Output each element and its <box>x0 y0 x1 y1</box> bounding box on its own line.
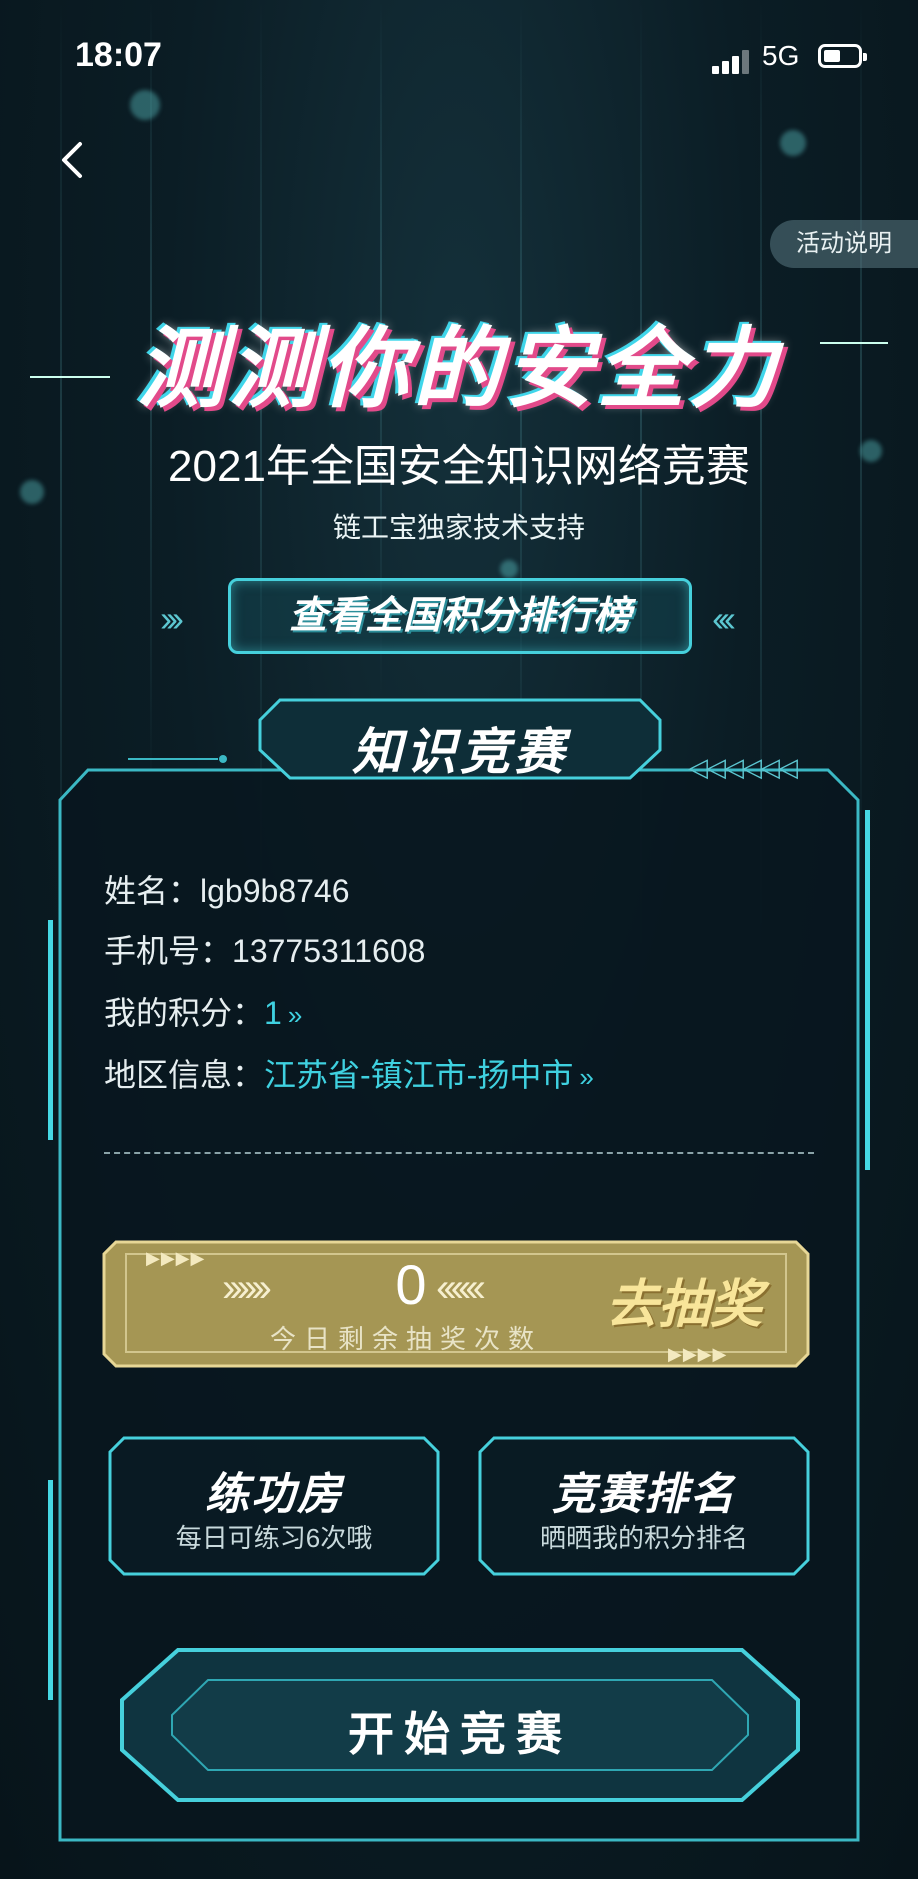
chevrons-left-icon: ‹‹‹ <box>712 598 736 639</box>
lottery-go-label: 去抽奖 <box>605 1276 762 1334</box>
leaderboard-button[interactable]: 查看全国积分排行榜 <box>228 578 692 654</box>
practice-room-subtitle: 每日可练习6次哦 <box>175 1523 373 1553</box>
score-value: 1 <box>264 995 282 1031</box>
score-label: 我的积分： <box>104 995 265 1031</box>
bokeh-dot <box>500 560 518 578</box>
divider <box>104 1152 814 1154</box>
mini-arrows-icon: ▶▶▶▶ <box>668 1344 728 1364</box>
region-value: 江苏省-镇江市-扬中市 <box>264 1057 574 1093</box>
chevron-left-icon <box>62 142 82 178</box>
info-row-score[interactable]: 我的积分：1» <box>104 988 302 1034</box>
signal-icon <box>712 50 752 74</box>
panel-title: 知识竞赛 <box>352 724 568 780</box>
chevrons-right-icon: ›››››› <box>222 1266 272 1310</box>
bokeh-dot <box>780 130 806 156</box>
arrows-left-icon: ◁◁◁◁◁◁ <box>688 752 798 782</box>
panel-title-tab: 知识竞赛 <box>250 690 670 790</box>
name-value: lgb9b8746 <box>200 873 350 909</box>
phone-label: 手机号： <box>104 933 233 969</box>
chevron-right-icon: » <box>579 1062 594 1092</box>
info-row-name: 姓名：lgb9b8746 <box>104 866 350 912</box>
battery-icon <box>818 44 867 68</box>
region-label: 地区信息： <box>104 1057 265 1093</box>
info-row-phone: 手机号：13775311608 <box>104 926 425 972</box>
hero-support-text: 链工宝独家技术支持 <box>332 512 585 543</box>
phone-value: 13775311608 <box>232 933 426 969</box>
practice-room-title: 练功房 <box>205 1470 343 1519</box>
start-contest-label: 开始竞赛 <box>348 1708 572 1760</box>
info-row-region[interactable]: 地区信息：江苏省-镇江市-扬中市» <box>104 1050 594 1096</box>
practice-room-button[interactable]: 练功房 每日可练习6次哦 <box>104 1432 444 1580</box>
chevron-right-icon: » <box>287 1000 303 1030</box>
mini-arrows-icon: ▶▶▶▶ <box>146 1248 206 1268</box>
status-time: 18:07 <box>75 36 162 74</box>
rules-button[interactable]: 活动说明 <box>770 220 918 268</box>
chevrons-left-icon: ‹‹‹‹‹‹ <box>436 1266 486 1310</box>
hero-title: 测测你的安全力 <box>136 319 781 418</box>
hero-subtitle: 2021年全国安全知识网络竞赛 <box>168 442 750 491</box>
back-button[interactable] <box>58 140 88 180</box>
contest-ranking-button[interactable]: 竞赛排名 晒晒我的积分排名 <box>474 1432 814 1580</box>
chevrons-right-icon: ››› <box>160 598 184 639</box>
contest-ranking-title: 竞赛排名 <box>552 1470 736 1519</box>
lottery-count-label: 今日剩余抽奖次数 <box>269 1324 542 1354</box>
leaderboard-button-label: 查看全国积分排行榜 <box>288 595 631 637</box>
contest-ranking-subtitle: 晒晒我的积分排名 <box>539 1523 748 1553</box>
network-type: 5G <box>762 40 800 71</box>
start-contest-button[interactable]: 开始竞赛 <box>108 1640 812 1810</box>
name-label: 姓名： <box>104 873 201 909</box>
lottery-button[interactable]: ▶▶▶▶ ›››››› 0 ‹‹‹‹‹‹ 今日剩余抽奖次数 去抽奖 ▶▶▶▶ <box>96 1234 816 1374</box>
status-bar: 18:07 5G <box>0 0 918 110</box>
